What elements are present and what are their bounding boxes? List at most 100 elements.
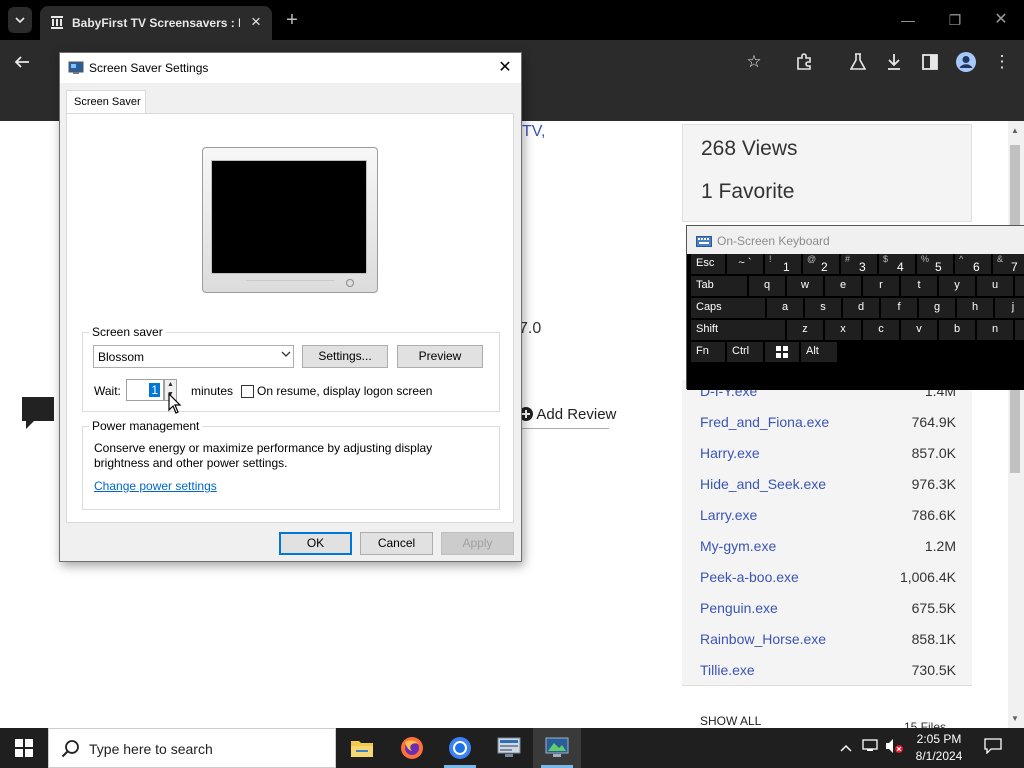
power-management-label: Power management <box>89 419 203 433</box>
apply-button[interactable]: Apply <box>441 532 514 555</box>
chrome-button[interactable] <box>436 728 484 768</box>
osk-key-w[interactable]: w <box>787 276 823 296</box>
resume-logon-checkbox[interactable] <box>241 385 254 398</box>
screen-saver-dropdown[interactable]: Blossom <box>93 345 294 368</box>
osk-key-label: Fn <box>696 345 709 357</box>
osk-key-g[interactable]: g <box>919 298 955 318</box>
file-name-link[interactable]: Rainbow_Horse.exe <box>700 631 826 647</box>
tab-close-icon[interactable]: × <box>246 12 266 32</box>
osk-key-a[interactable]: a <box>767 298 803 318</box>
firefox-button[interactable] <box>388 728 436 768</box>
resume-logon-label[interactable]: On resume, display logon screen <box>257 384 432 398</box>
file-explorer-button[interactable] <box>338 728 386 768</box>
osk-key-7[interactable]: & 7 <box>993 254 1024 274</box>
change-power-settings-link[interactable]: Change power settings <box>94 479 217 493</box>
file-name-link[interactable]: Larry.exe <box>700 507 757 523</box>
minutes-label: minutes <box>191 384 234 398</box>
close-icon[interactable]: ✕ <box>492 57 518 79</box>
osk-key-shift[interactable]: Shift <box>691 320 785 340</box>
notification-icon[interactable] <box>983 738 1003 758</box>
tab-screen-saver[interactable]: Screen Saver <box>66 90 146 114</box>
osk-key-2[interactable]: @2 <box>803 254 839 274</box>
osk-titlebar[interactable]: On-Screen Keyboard <box>687 226 1024 254</box>
dialog-titlebar[interactable]: Screen Saver Settings ✕ <box>60 53 521 83</box>
osk-key-x[interactable]: x <box>825 320 861 340</box>
osk-key-h[interactable]: h <box>957 298 993 318</box>
osk-key-alt[interactable]: Alt <box>801 342 837 362</box>
osk-key-caps[interactable]: Caps <box>691 298 765 318</box>
browser-tab[interactable]: BabyFirst TV Screensavers : Bab × <box>40 6 272 40</box>
osk-key-f[interactable]: f <box>881 298 917 318</box>
tab-search-button[interactable] <box>8 7 32 33</box>
osk-key-u[interactable]: u <box>977 276 1013 296</box>
start-button[interactable] <box>0 728 48 768</box>
file-name-link[interactable]: Hide_and_Seek.exe <box>700 476 826 492</box>
minimize-icon[interactable]: — <box>893 8 923 32</box>
file-name-link[interactable]: My-gym.exe <box>700 538 776 554</box>
scroll-down-icon[interactable]: ▼ <box>1008 713 1022 725</box>
osk-key--[interactable]: ~ ` <box>727 254 763 274</box>
window-close-icon[interactable]: ✕ <box>986 8 1016 32</box>
file-name-link[interactable]: Harry.exe <box>700 445 760 461</box>
osk-key-e[interactable]: e <box>825 276 861 296</box>
ok-button[interactable]: OK <box>279 532 352 555</box>
scroll-up-icon[interactable]: ▲ <box>1008 125 1022 137</box>
osk-key-n[interactable]: n <box>977 320 1013 340</box>
osk-key-j[interactable]: j <box>995 298 1024 318</box>
osk-key-d[interactable]: d <box>843 298 879 318</box>
labs-flask-icon[interactable] <box>844 48 872 76</box>
back-arrow-icon[interactable] <box>8 48 36 76</box>
osk-key-m[interactable]: m <box>1015 320 1024 340</box>
wait-minutes-input[interactable]: 1 <box>126 379 164 401</box>
osk-key-6[interactable]: ^ 6 <box>955 254 991 274</box>
file-name-link[interactable]: Peek-a-boo.exe <box>700 569 799 585</box>
file-name-link[interactable]: Tillie.exe <box>700 662 755 678</box>
network-window-button[interactable] <box>485 728 533 768</box>
osk-key-y[interactable]: y <box>939 276 975 296</box>
osk-key-r[interactable]: r <box>863 276 899 296</box>
osk-key-windows[interactable] <box>765 342 799 362</box>
osk-key-4[interactable]: $4 <box>879 254 915 274</box>
taskbar-search-box[interactable]: Type here to search <box>48 728 336 768</box>
osk-key-ctrl[interactable]: Ctrl <box>727 342 763 362</box>
osk-key-tab[interactable]: Tab <box>691 276 747 296</box>
file-name-link[interactable]: Fred_and_Fiona.exe <box>700 414 829 430</box>
kebab-menu-icon[interactable]: ⋮ <box>988 48 1016 76</box>
preview-button[interactable]: Preview <box>397 345 483 368</box>
osk-key-i[interactable]: i <box>1015 276 1024 296</box>
profile-icon[interactable] <box>952 48 980 76</box>
extensions-icon[interactable] <box>790 48 818 76</box>
add-review-label: Add Review <box>536 406 617 423</box>
osk-key-z[interactable]: z <box>787 320 823 340</box>
page-scrollbar[interactable]: ▲ ▼ <box>1008 121 1024 728</box>
osk-key-esc[interactable]: Esc <box>691 254 725 274</box>
page-link-fragment[interactable]: TV, <box>522 123 545 141</box>
show-all-link[interactable]: SHOW ALL <box>700 714 761 728</box>
osk-key-1[interactable]: ! 1 <box>765 254 801 274</box>
osk-key-c[interactable]: c <box>863 320 899 340</box>
spin-up-icon[interactable]: ▲ <box>165 380 176 390</box>
clock[interactable]: 2:05 PM 8/1/2024 <box>904 731 974 765</box>
star-icon[interactable]: ☆ <box>740 48 768 76</box>
file-name-link[interactable]: Penguin.exe <box>700 600 778 616</box>
volume-muted-icon[interactable] <box>884 738 904 758</box>
osk-key-3[interactable]: #3 <box>841 254 877 274</box>
settings-button[interactable]: Settings... <box>302 345 388 368</box>
add-review-link[interactable]: Add Review <box>519 406 616 423</box>
chevron-up-icon[interactable] <box>836 738 856 758</box>
osk-key-b[interactable]: b <box>939 320 975 340</box>
network-icon[interactable] <box>860 738 880 758</box>
osk-key-5[interactable]: % 5 <box>917 254 953 274</box>
new-tab-button[interactable]: + <box>282 9 302 31</box>
download-icon[interactable] <box>880 48 908 76</box>
osk-key-s[interactable]: s <box>805 298 841 318</box>
screen-saver-settings-dialog: Screen Saver Settings ✕ Screen Saver Scr… <box>59 52 522 562</box>
osk-key-t[interactable]: t <box>901 276 937 296</box>
cancel-button[interactable]: Cancel <box>360 532 433 555</box>
display-settings-button[interactable] <box>533 728 581 768</box>
sidebar-icon[interactable] <box>916 48 944 76</box>
osk-key-q[interactable]: q <box>749 276 785 296</box>
osk-key-fn[interactable]: Fn <box>691 342 725 362</box>
osk-key-v[interactable]: v <box>901 320 937 340</box>
restore-icon[interactable]: ❐ <box>940 8 970 32</box>
